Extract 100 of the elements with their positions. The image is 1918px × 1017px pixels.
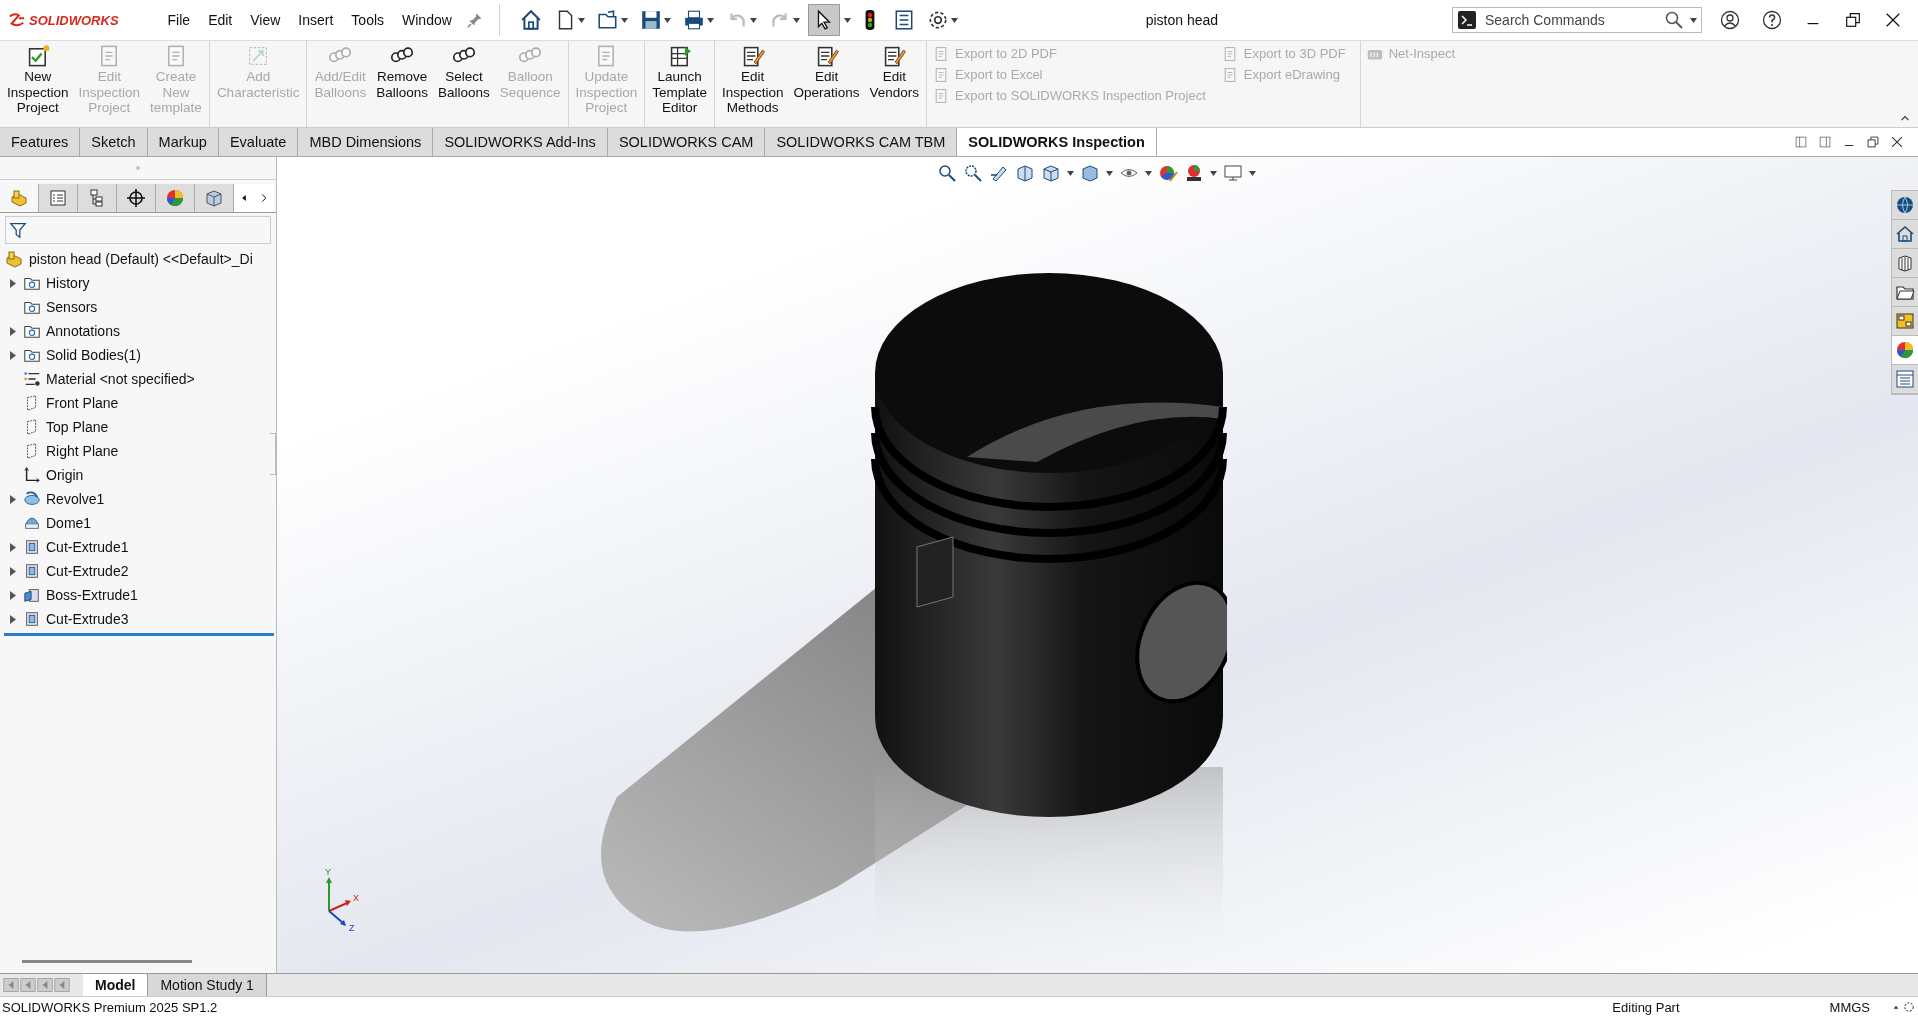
dropdown-caret-icon[interactable] [663,17,671,23]
search-box[interactable]: Search Commands [1452,7,1702,33]
pin-icon[interactable] [466,12,483,28]
panel-tab[interactable] [117,184,156,212]
settings-icon[interactable] [926,9,949,31]
tree-root[interactable]: piston head (Default) <<Default>_Di [29,251,253,267]
units-selector[interactable]: MMGS [1829,999,1870,1015]
model-tab[interactable]: Model [83,974,149,996]
tree-item[interactable]: Dome1 [46,515,92,531]
part-icon[interactable] [4,249,24,269]
ribbon-button[interactable]: Edit Inspection Methods [716,44,789,116]
restore-icon[interactable] [1844,11,1862,29]
dome-icon [23,514,41,532]
appearance-icon[interactable] [1158,163,1178,183]
dropdown-caret-icon[interactable] [1106,170,1113,176]
cube-icon[interactable] [1041,163,1061,183]
dropdown-caret-icon[interactable] [1210,170,1217,176]
dropdown-caret-icon[interactable] [1145,170,1152,176]
ribbon-tab[interactable]: SOLIDWORKS Inspection [957,128,1157,156]
menu-item[interactable]: File [158,8,200,32]
expand-arrow-icon[interactable] [10,494,16,504]
expand-arrow-icon[interactable] [10,566,16,576]
search-field[interactable]: Search Commands [1483,11,1658,29]
close-icon[interactable] [1884,11,1902,29]
tree-item[interactable]: Right Plane [46,443,119,459]
splitter-handle[interactable] [270,433,276,475]
cube-icon[interactable] [1080,163,1100,183]
dropdown-caret-icon[interactable] [843,17,851,23]
close-icon[interactable] [1890,135,1904,149]
dropdown-caret-icon[interactable] [792,17,800,23]
tree-item[interactable]: History [46,275,90,291]
globe-icon[interactable] [1895,195,1915,215]
panel-left-icon[interactable] [1794,135,1808,149]
scrollbar[interactable] [22,960,192,963]
tree-item[interactable]: Front Plane [46,395,119,411]
ribbon-button[interactable]: Launch Template Editor [647,44,712,116]
tree-item[interactable]: Revolve1 [46,491,105,507]
dropdown-caret-icon[interactable] [620,17,628,23]
extrude-icon [23,562,41,580]
expand-arrow-icon[interactable] [10,590,16,600]
revolve-icon [23,490,41,508]
dropdown-caret-icon[interactable] [577,17,585,23]
menu-item[interactable]: Tools [342,8,394,32]
library-icon[interactable] [1895,253,1915,273]
expand-arrow-icon[interactable] [10,278,16,288]
dropdown-caret-icon[interactable] [1067,170,1074,176]
dropdown-caret-icon[interactable] [706,17,714,23]
tree-item[interactable]: Material <not specified> [46,371,195,387]
color-wheel-icon[interactable] [165,188,185,208]
zoom-area-icon[interactable] [963,163,983,183]
tree-item[interactable]: Cut-Extrude1 [46,539,129,555]
home-icon[interactable] [1895,224,1915,244]
ribbon-button[interactable]: Edit Vendors [864,44,925,100]
cube-icon[interactable] [204,188,224,208]
expand-arrow-icon[interactable] [10,326,16,336]
ribbon-button[interactable]: New Inspection Project [2,44,74,116]
print-icon[interactable] [682,9,705,31]
crosshair-icon[interactable] [126,188,146,208]
panel-right-icon[interactable] [1818,135,1832,149]
tree-item[interactable]: Cut-Extrude2 [46,563,129,579]
zoom-fit-icon[interactable] [937,163,957,183]
tree-item[interactable]: Origin [46,467,84,483]
menu-item[interactable]: View [241,8,290,32]
dropdown-caret-icon[interactable] [950,17,958,23]
task-pane-tab[interactable] [1892,336,1918,365]
ribbon-button[interactable]: Edit Operations [788,44,865,100]
dropdown-caret-icon[interactable] [1249,170,1256,176]
dropdown-caret-icon[interactable] [749,17,757,23]
axis-label: Y [325,867,331,877]
ribbon-button[interactable]: Select Balloons [433,44,495,100]
expand-arrow-icon[interactable] [10,542,16,552]
tree-item[interactable]: Solid Bodies(1) [46,347,141,363]
property-list-icon[interactable] [48,188,68,208]
tree-item[interactable]: Boss-Extrude1 [46,587,138,603]
scene-icon[interactable] [1184,163,1204,183]
tree-item[interactable]: Sensors [46,299,98,315]
grip-icon[interactable] [133,163,143,173]
menu-item[interactable]: Window [393,8,461,32]
section-view-icon[interactable] [1015,163,1035,183]
menu-item[interactable]: Insert [289,8,343,32]
part-icon[interactable] [9,188,29,208]
monitor-icon[interactable] [1223,163,1243,183]
open-folder-icon[interactable] [596,9,619,31]
color-wheel-icon[interactable] [1895,340,1915,360]
model-tab[interactable]: Motion Study 1 [148,974,267,996]
dropdown-caret-icon[interactable] [1690,17,1697,23]
save-icon[interactable] [639,9,662,31]
user-icon[interactable] [1720,10,1740,30]
help-icon[interactable] [1762,10,1782,30]
tree-item[interactable]: Cut-Extrude3 [46,611,129,627]
expand-arrow-icon[interactable] [10,614,16,624]
scroll-left-button[interactable] [234,184,254,212]
tree-item[interactable]: Top Plane [46,419,109,435]
ribbon-button[interactable]: Remove Balloons [371,44,433,100]
filter-field[interactable] [5,216,271,244]
axis-triad-icon [326,877,351,926]
menu-item[interactable]: Edit [199,8,242,32]
home-icon[interactable] [519,9,542,31]
tree-item[interactable]: Annotations [46,323,120,339]
expand-arrow-icon[interactable] [10,350,16,360]
